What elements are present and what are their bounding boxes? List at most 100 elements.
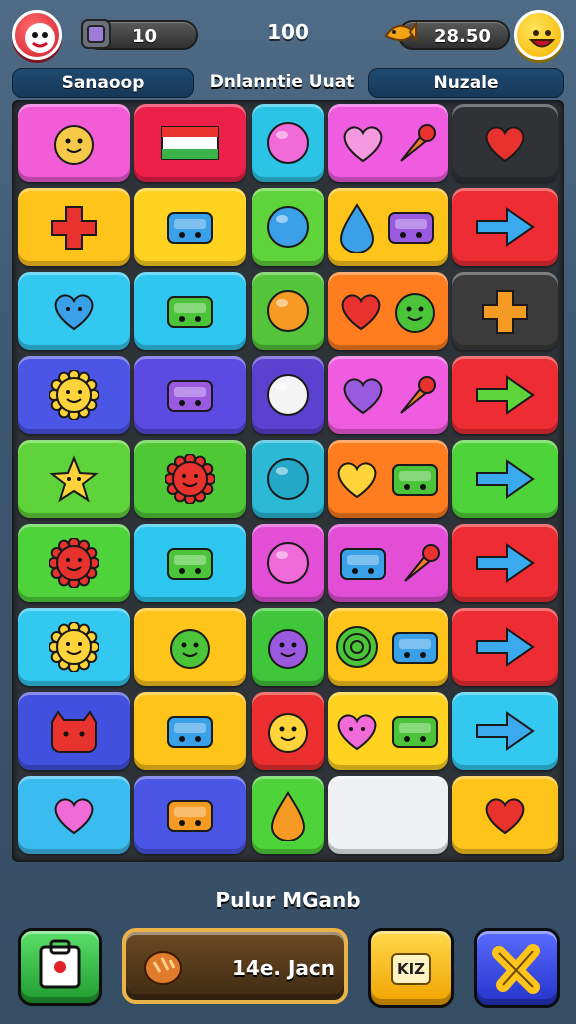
- boost-button-label: 14e. Jacn: [232, 956, 335, 980]
- board-tile[interactable]: [252, 272, 324, 350]
- board-tile[interactable]: [134, 608, 246, 686]
- board-tile[interactable]: [252, 104, 324, 182]
- purple-chest-icon: [162, 373, 218, 417]
- board-tile[interactable]: [18, 356, 130, 434]
- bag-icon: [39, 939, 81, 989]
- board-tile[interactable]: [252, 440, 324, 518]
- right-arrow-icon: [473, 709, 537, 753]
- board-tile[interactable]: [252, 776, 324, 854]
- board-tile[interactable]: [134, 776, 246, 854]
- board-tile[interactable]: [18, 776, 130, 854]
- board-tile[interactable]: [134, 356, 246, 434]
- red-puzzle-icon: [46, 203, 102, 251]
- tab-left[interactable]: Sanaoop: [12, 68, 194, 98]
- board-tile[interactable]: [452, 776, 558, 854]
- board-tile[interactable]: [134, 692, 246, 770]
- tab-right[interactable]: Nuzale: [368, 68, 564, 98]
- board-tile[interactable]: [452, 692, 558, 770]
- bread-icon: [144, 951, 182, 985]
- board-tile[interactable]: [252, 356, 324, 434]
- board-tile[interactable]: [328, 272, 448, 350]
- board-tile[interactable]: [328, 524, 448, 602]
- red-heart-icon: [337, 289, 385, 333]
- board-tile[interactable]: [18, 104, 130, 182]
- hint-button[interactable]: KIZ: [368, 928, 454, 1008]
- board-tile[interactable]: [452, 104, 558, 182]
- board-tile[interactable]: [328, 440, 448, 518]
- board-tile[interactable]: [452, 440, 558, 518]
- blue-battery-icon: [387, 625, 443, 669]
- board-tile[interactable]: [328, 692, 448, 770]
- board-tile[interactable]: [134, 104, 246, 182]
- yellow-heart-icon: [333, 457, 381, 501]
- coins-count: 28.50: [434, 26, 491, 47]
- heart-icon: [339, 121, 387, 165]
- board-tile[interactable]: [452, 356, 558, 434]
- sun-face-icon: [49, 370, 99, 420]
- right-arrow-icon: [473, 541, 537, 585]
- shop-button[interactable]: [18, 928, 102, 1006]
- smiley-icon: [528, 30, 556, 48]
- green-jar-icon: [387, 457, 443, 501]
- orange-chest-icon: [162, 793, 218, 837]
- board-tile[interactable]: [18, 692, 130, 770]
- emoji-button[interactable]: [514, 10, 564, 60]
- carrot-icon: [397, 539, 441, 587]
- board-tile[interactable]: [252, 524, 324, 602]
- green-arrow-icon: [473, 373, 537, 417]
- board-tile[interactable]: [134, 440, 246, 518]
- orange-gem-icon: [264, 287, 312, 335]
- board-tile[interactable]: [328, 188, 448, 266]
- cross-tools-icon: [492, 944, 540, 994]
- pink-gem-icon: [264, 539, 312, 587]
- boost-button[interactable]: 14e. Jacn: [122, 928, 348, 1004]
- carrot-icon: [393, 119, 437, 167]
- board-tile[interactable]: [134, 524, 246, 602]
- right-arrow-icon: [473, 205, 537, 249]
- hint-button-label: KIZ: [391, 953, 431, 985]
- pink-gem-icon: [264, 119, 312, 167]
- green-camera-icon: [387, 709, 443, 753]
- red-heart-icon: [481, 793, 529, 837]
- board-tile[interactable]: [328, 356, 448, 434]
- red-heart-icon: [481, 121, 529, 165]
- board-tile[interactable]: [452, 272, 558, 350]
- board-tile[interactable]: [134, 272, 246, 350]
- board-tile[interactable]: [452, 608, 558, 686]
- board-tile[interactable]: [18, 608, 130, 686]
- sun-face-icon: [49, 622, 99, 672]
- board-tile[interactable]: [18, 524, 130, 602]
- golden-fish-icon: [384, 21, 417, 43]
- blue-gem-icon: [264, 203, 312, 251]
- purple-fruit-icon: [264, 623, 312, 671]
- moves-count: 100: [267, 20, 309, 44]
- board-tile[interactable]: [134, 188, 246, 266]
- green-chest-icon: [162, 541, 218, 585]
- red-sun-face-icon: [49, 538, 99, 588]
- board-tile[interactable]: [252, 692, 324, 770]
- red-cat-icon: [44, 708, 104, 754]
- blue-robot-icon: [162, 205, 218, 249]
- board-tile[interactable]: [18, 188, 130, 266]
- board-tile[interactable]: [18, 440, 130, 518]
- profile-button[interactable]: [12, 10, 62, 60]
- blue-cube-icon: [162, 709, 218, 753]
- board-tile[interactable]: [328, 776, 448, 854]
- board-tile[interactable]: [452, 524, 558, 602]
- candy-icon: [393, 371, 437, 419]
- board-tile[interactable]: [252, 188, 324, 266]
- yellow-star-icon: [49, 455, 99, 503]
- shuffle-button[interactable]: [474, 928, 560, 1008]
- green-face-icon: [166, 623, 214, 671]
- right-arrow-icon: [473, 457, 537, 501]
- white-gem-icon: [264, 371, 312, 419]
- board-tile[interactable]: [328, 608, 448, 686]
- board-tile[interactable]: [18, 272, 130, 350]
- board-tile[interactable]: [328, 104, 448, 182]
- green-spiral-icon: [333, 623, 381, 671]
- footer-title: Pulur MGanb: [215, 888, 361, 912]
- board-tile[interactable]: [252, 608, 324, 686]
- board-title: Dnlanntie Uuat: [209, 72, 355, 92]
- purple-jar-icon: [383, 205, 439, 249]
- board-tile[interactable]: [452, 188, 558, 266]
